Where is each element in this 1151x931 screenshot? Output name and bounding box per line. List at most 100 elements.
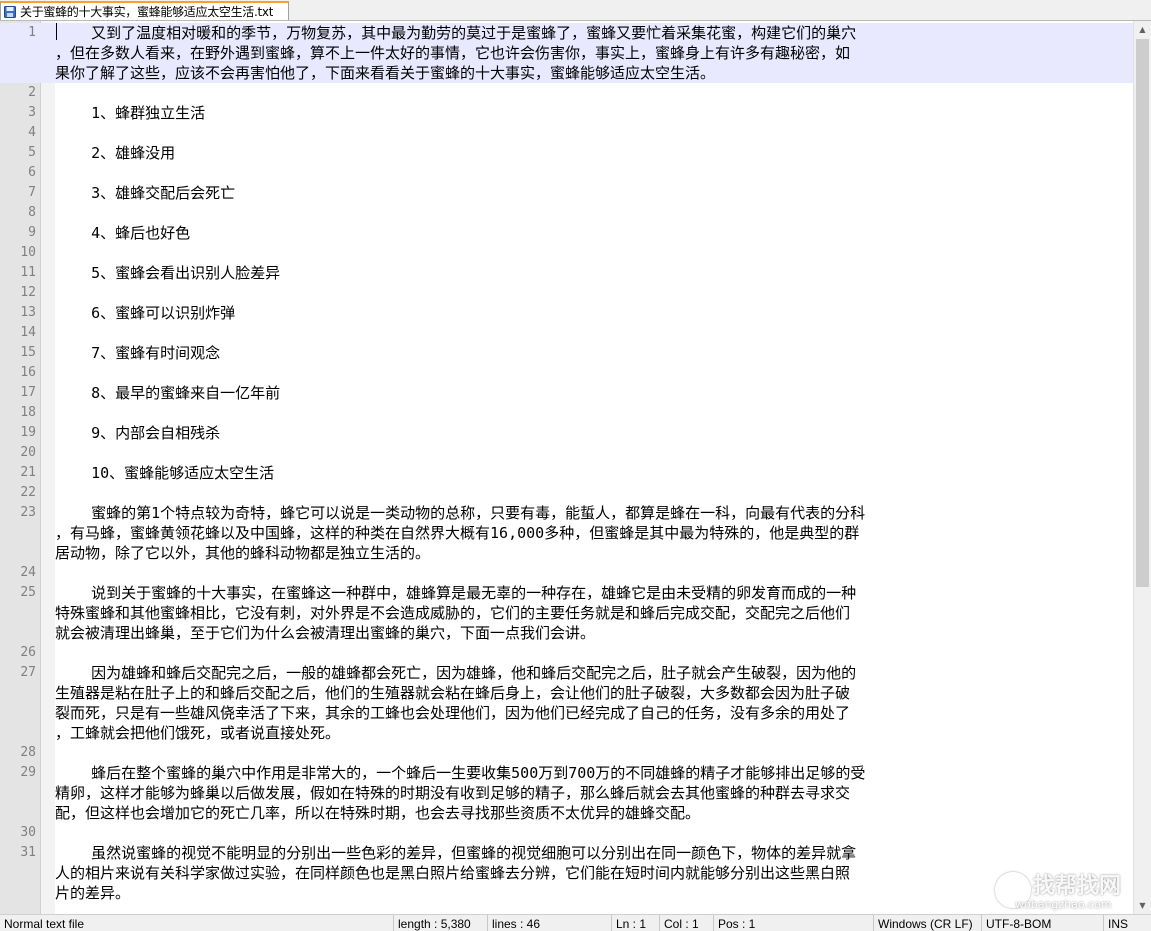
line-text: 10、蜜蜂能够适应太空生活	[55, 464, 275, 482]
vertical-scrollbar[interactable]: ▲ ▼	[1133, 21, 1151, 914]
scrollbar-thumb[interactable]	[1136, 39, 1149, 587]
editor-line[interactable]: 31 虽然说蜜蜂的视觉不能明显的分别出一些色彩的差异，但蜜蜂的视觉细胞可以分别出…	[0, 843, 1151, 863]
editor-line[interactable]: 6	[0, 163, 1151, 183]
editor-line[interactable]: ，有马蜂，蜜蜂黄领花蜂以及中国蜂，这样的种类在自然界大概有16,000多种，但蜜…	[0, 523, 1151, 543]
line-text: 就会被清理出蜂巢，至于它们为什么会被清理出蜜蜂的巢穴，下面一点我们会讲。	[55, 624, 596, 642]
line-text: 果你了解了这些，应该不会再害怕他了，下面来看看关于蜜蜂的十大事实，蜜蜂能够适应太…	[55, 64, 716, 82]
editor-line[interactable]: 1 又到了温度相对暖和的季节，万物复苏，其中最为勤劳的莫过于是蜜蜂了，蜜蜂又要忙…	[0, 23, 1151, 43]
line-number: 8	[28, 205, 36, 220]
status-eol[interactable]: Windows (CR LF)	[874, 915, 982, 931]
line-number: 21	[20, 465, 36, 480]
line-number: 22	[20, 485, 36, 500]
editor-line[interactable]: 11 5、蜜蜂会看出识别人脸差异	[0, 263, 1151, 283]
editor-line[interactable]: 生殖器是粘在肚子上的和蜂后交配之后，他们的生殖器就会粘在蜂后身上，会让他们的肚子…	[0, 683, 1151, 703]
editor-line[interactable]: 8	[0, 203, 1151, 223]
status-lines: lines : 46	[488, 915, 612, 931]
editor-line[interactable]: 14	[0, 323, 1151, 343]
line-number: 20	[20, 445, 36, 460]
line-text: 特殊蜜蜂和其他蜜蜂相比，它没有刺，对外界是不会造成威胁的，它们的主要任务就是和蜂…	[55, 604, 851, 622]
editor-line[interactable]: 13 6、蜜蜂可以识别炸弹	[0, 303, 1151, 323]
editor-line[interactable]: 居动物，除了它以外，其他的蜂科动物都是独立生活的。	[0, 543, 1151, 563]
text-editor[interactable]: 1 又到了温度相对暖和的季节，万物复苏，其中最为勤劳的莫过于是蜜蜂了，蜜蜂又要忙…	[0, 21, 1151, 914]
line-number: 10	[20, 245, 36, 260]
editor-line[interactable]: 3 1、蜂群独立生活	[0, 103, 1151, 123]
editor-line[interactable]: 23 蜜蜂的第1个特点较为奇特，蜂它可以说是一类动物的总称，只要有毒，能蜇人，都…	[0, 503, 1151, 523]
editor-line[interactable]: 就会被清理出蜂巢，至于它们为什么会被清理出蜜蜂的巢穴，下面一点我们会讲。	[0, 623, 1151, 643]
status-pos: Pos : 1	[714, 915, 874, 931]
editor-line[interactable]: 18	[0, 403, 1151, 423]
status-col: Col : 1	[660, 915, 714, 931]
editor-line[interactable]: 4	[0, 123, 1151, 143]
line-number: 2	[28, 85, 36, 100]
line-number: 7	[28, 185, 36, 200]
line-text: 3、雄蜂交配后会死亡	[55, 184, 236, 202]
editor-line[interactable]: 人的相片来说有关科学家做过实验，在同样颜色也是黑白照片给蜜蜂去分辨，它们能在短时…	[0, 863, 1151, 883]
line-number: 9	[28, 225, 36, 240]
line-text: ，但在多数人看来，在野外遇到蜜蜂，算不上一件太好的事情，它也许会伤害你，事实上，…	[55, 44, 851, 62]
editor-line[interactable]: 21 10、蜜蜂能够适应太空生活	[0, 463, 1151, 483]
line-text: 又到了温度相对暖和的季节，万物复苏，其中最为勤劳的莫过于是蜜蜂了，蜜蜂又要忙着采…	[55, 24, 857, 42]
editor-line[interactable]: 裂而死，只是有一些雄风侥幸活了下来，其余的工蜂也会处理他们，因为他们已经完成了自…	[0, 703, 1151, 723]
line-text: 8、最早的蜜蜂来自一亿年前	[55, 384, 281, 402]
editor-line[interactable]: 9 4、蜂后也好色	[0, 223, 1151, 243]
editor-line[interactable]: 28	[0, 743, 1151, 763]
line-text: 6、蜜蜂可以识别炸弹	[55, 304, 236, 322]
line-number: 13	[20, 305, 36, 320]
editor-line[interactable]: 30	[0, 823, 1151, 843]
editor-line[interactable]: 7 3、雄蜂交配后会死亡	[0, 183, 1151, 203]
file-tab[interactable]: 关于蜜蜂的十大事实，蜜蜂能够适应太空生活.txt	[0, 1, 289, 20]
editor-line[interactable]: 精卵，这样才能够为蜂巢以后做发展，假如在特殊的时期没有收到足够的精子，那么蜂后就…	[0, 783, 1151, 803]
line-text: 说到关于蜜蜂的十大事实，在蜜蜂这一种群中，雄蜂算是最无辜的一种存在，雄蜂它是由未…	[55, 584, 857, 602]
editor-line[interactable]: 29 蜂后在整个蜜蜂的巢穴中作用是非常大的，一个蜂后一生要收集500万到700万…	[0, 763, 1151, 783]
editor-line[interactable]: 配，但这样也会增加它的死亡几率，所以在特殊时期，也会去寻找那些资质不太优异的雄蜂…	[0, 803, 1151, 823]
line-number: 28	[20, 745, 36, 760]
line-text: 虽然说蜜蜂的视觉不能明显的分别出一些色彩的差异，但蜜蜂的视觉细胞可以分别出在同一…	[55, 844, 857, 862]
editor-line[interactable]: 24	[0, 563, 1151, 583]
line-number: 25	[20, 585, 36, 600]
line-number: 5	[28, 145, 36, 160]
editor-line[interactable]: 22	[0, 483, 1151, 503]
editor-line[interactable]: 20	[0, 443, 1151, 463]
line-number: 14	[20, 325, 36, 340]
editor-line[interactable]: ，工蜂就会把他们饿死，或者说直接处死。	[0, 723, 1151, 743]
line-number: 1	[28, 25, 36, 40]
line-text: 2、雄蜂没用	[55, 144, 176, 162]
editor-line[interactable]: 26	[0, 643, 1151, 663]
line-text: 配，但这样也会增加它的死亡几率，所以在特殊时期，也会去寻找那些资质不太优异的雄蜂…	[55, 804, 701, 822]
editor-line[interactable]: 15 7、蜜蜂有时间观念	[0, 343, 1151, 363]
line-number: 4	[28, 125, 36, 140]
editor-line[interactable]: 果你了解了这些，应该不会再害怕他了，下面来看看关于蜜蜂的十大事实，蜜蜂能够适应太…	[0, 63, 1151, 83]
editor-line[interactable]: 5 2、雄蜂没用	[0, 143, 1151, 163]
line-text: 因为雄蜂和蜂后交配完之后，一般的雄蜂都会死亡，因为雄蜂，他和蜂后交配完之后，肚子…	[55, 664, 857, 682]
line-number: 11	[20, 265, 36, 280]
editor-line[interactable]: 12	[0, 283, 1151, 303]
editor-line[interactable]: 2	[0, 83, 1151, 103]
editor-line[interactable]: ，但在多数人看来，在野外遇到蜜蜂，算不上一件太好的事情，它也许会伤害你，事实上，…	[0, 43, 1151, 63]
line-number: 6	[28, 165, 36, 180]
line-text: 9、内部会自相残杀	[55, 424, 221, 442]
line-text: 人的相片来说有关科学家做过实验，在同样颜色也是黑白照片给蜜蜂去分辨，它们能在短时…	[55, 864, 851, 882]
editor-line[interactable]: 27 因为雄蜂和蜂后交配完之后，一般的雄蜂都会死亡，因为雄蜂，他和蜂后交配完之后…	[0, 663, 1151, 683]
editor-line[interactable]: 片的差异。	[0, 883, 1151, 903]
editor-line[interactable]: 17 8、最早的蜜蜂来自一亿年前	[0, 383, 1151, 403]
editor-line[interactable]: 特殊蜜蜂和其他蜜蜂相比，它没有刺，对外界是不会造成威胁的，它们的主要任务就是和蜂…	[0, 603, 1151, 623]
line-number: 24	[20, 565, 36, 580]
editor-line[interactable]: 10	[0, 243, 1151, 263]
line-text: 裂而死，只是有一些雄风侥幸活了下来，其余的工蜂也会处理他们，因为他们已经完成了自…	[55, 704, 851, 722]
line-text: 居动物，除了它以外，其他的蜂科动物都是独立生活的。	[55, 544, 431, 562]
status-bar: Normal text file length : 5,380 lines : …	[0, 914, 1151, 931]
editor-line[interactable]: 19 9、内部会自相残杀	[0, 423, 1151, 443]
line-text: 片的差异。	[55, 884, 131, 902]
watermark-url: wobangzhao.com	[1015, 898, 1112, 911]
line-number: 3	[28, 105, 36, 120]
status-insert-mode[interactable]: INS	[1104, 915, 1151, 931]
scroll-up-icon[interactable]: ▲	[1134, 21, 1151, 38]
line-text: ，工蜂就会把他们饿死，或者说直接处死。	[55, 724, 341, 742]
tab-bar: 关于蜜蜂的十大事实，蜜蜂能够适应太空生活.txt	[0, 0, 1151, 21]
line-number: 31	[20, 845, 36, 860]
line-text: 生殖器是粘在肚子上的和蜂后交配之后，他们的生殖器就会粘在蜂后身上，会让他们的肚子…	[55, 684, 851, 702]
editor-line[interactable]: 25 说到关于蜜蜂的十大事实，在蜜蜂这一种群中，雄蜂算是最无辜的一种存在，雄蜂它…	[0, 583, 1151, 603]
save-disk-icon	[4, 5, 16, 18]
editor-line[interactable]: 16	[0, 363, 1151, 383]
status-encoding[interactable]: UTF-8-BOM	[982, 915, 1104, 931]
